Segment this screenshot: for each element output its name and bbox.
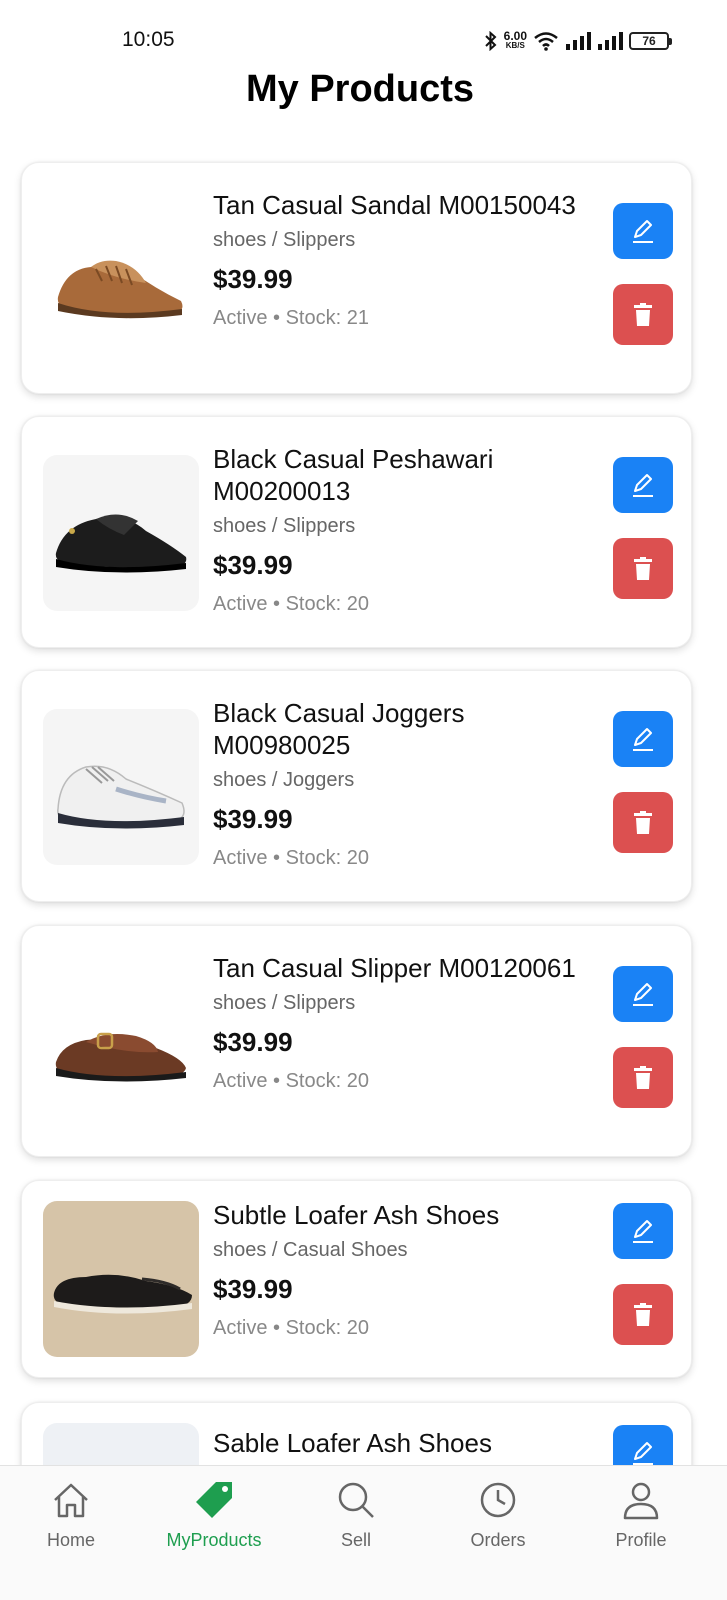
- tag-icon: [196, 1482, 232, 1518]
- home-icon: [54, 1483, 88, 1518]
- edit-button[interactable]: [613, 966, 673, 1022]
- trash-icon: [634, 1302, 652, 1326]
- bluetooth-icon: [484, 31, 497, 51]
- clock-icon: [480, 1482, 516, 1518]
- product-name[interactable]: Black Casual Peshawari M00200013: [213, 443, 603, 507]
- product-name[interactable]: Tan Casual Sandal M00150043: [213, 189, 603, 221]
- product-status-stock: Active • Stock: 21: [213, 307, 369, 329]
- pencil-icon: [633, 220, 653, 243]
- product-price: $39.99: [213, 1274, 293, 1304]
- product-image: [43, 201, 199, 357]
- product-category: shoes / Casual Shoes: [213, 1239, 408, 1261]
- nav-home[interactable]: Home: [6, 1478, 136, 1551]
- tan-sandal-image: [57, 260, 183, 319]
- nav-sell-label: Sell: [340, 1530, 371, 1550]
- pencil-icon: [633, 728, 653, 751]
- pencil-icon: [633, 474, 653, 497]
- product-image: [43, 709, 199, 865]
- product-card[interactable]: Tan Casual Sandal M00150043 shoes / Slip…: [21, 162, 692, 394]
- product-price: $39.99: [213, 804, 293, 834]
- nav-orders-label: Orders: [470, 1530, 526, 1550]
- product-status-stock: Active • Stock: 20: [213, 593, 369, 615]
- nav-orders[interactable]: Orders: [433, 1478, 563, 1551]
- signal-icon: [566, 32, 591, 50]
- product-card[interactable]: Tan Casual Slipper M00120061 shoes / Sli…: [21, 925, 692, 1157]
- nav-profile[interactable]: Profile: [576, 1478, 706, 1551]
- wifi-icon: [534, 32, 558, 51]
- nav-myproducts[interactable]: MyProducts: [149, 1478, 279, 1551]
- nav-profile-label: Profile: [615, 1530, 667, 1550]
- edit-button[interactable]: [613, 457, 673, 513]
- white-sneaker-image: [57, 765, 185, 829]
- product-status-stock: Active • Stock: 20: [213, 1317, 369, 1339]
- signal-icon: [598, 32, 623, 50]
- product-status-stock: Active • Stock: 20: [213, 847, 369, 869]
- product-name[interactable]: Subtle Loafer Ash Shoes: [213, 1199, 603, 1231]
- product-category: shoes / Joggers: [213, 769, 355, 791]
- delete-button[interactable]: [613, 284, 673, 345]
- edit-button[interactable]: [613, 203, 673, 259]
- product-price: $39.99: [213, 1027, 293, 1057]
- product-image: [43, 964, 199, 1120]
- status-time: 10:05: [122, 28, 175, 51]
- trash-icon: [634, 556, 652, 580]
- nav-sell[interactable]: Sell: [291, 1478, 421, 1551]
- net-speed-unit: KB/S: [505, 41, 525, 50]
- product-status-stock: Active • Stock: 20: [213, 1070, 369, 1092]
- battery-level: 76: [642, 34, 656, 48]
- product-price: $39.99: [213, 264, 293, 294]
- page-title: My Products: [245, 68, 475, 110]
- product-card[interactable]: Black Casual Joggers M00980025 shoes / J…: [21, 670, 692, 902]
- pencil-icon: [633, 1442, 653, 1465]
- delete-button[interactable]: [613, 538, 673, 599]
- brown-slipper-image: [55, 1032, 187, 1082]
- pencil-icon: [633, 983, 653, 1006]
- product-image: [43, 455, 199, 611]
- product-category: shoes / Slippers: [213, 229, 356, 251]
- edit-button[interactable]: [613, 711, 673, 767]
- product-price: $39.99: [213, 550, 293, 580]
- bottom-nav: Home MyProducts Sell Orders Profile: [0, 1465, 727, 1600]
- battery-icon: 76: [629, 32, 672, 50]
- pencil-icon: [633, 1220, 653, 1243]
- product-card[interactable]: Subtle Loafer Ash Shoes shoes / Casual S…: [21, 1180, 692, 1378]
- net-speed-value: 6.00: [503, 29, 527, 43]
- product-category: shoes / Slippers: [213, 992, 356, 1014]
- delete-button[interactable]: [613, 1284, 673, 1345]
- product-card[interactable]: Black Casual Peshawari M00200013 shoes /…: [21, 416, 692, 648]
- person-icon: [623, 1482, 659, 1520]
- net-speed: 6.00 KB/S: [503, 29, 527, 51]
- product-image: [43, 1201, 199, 1357]
- delete-button[interactable]: [613, 1047, 673, 1108]
- trash-icon: [634, 1065, 652, 1089]
- trash-icon: [634, 810, 652, 834]
- delete-button[interactable]: [613, 792, 673, 853]
- black-peshawari-image: [55, 514, 187, 573]
- product-name[interactable]: Sable Loafer Ash Shoes: [213, 1427, 603, 1459]
- product-name[interactable]: Tan Casual Slipper M00120061: [213, 952, 603, 984]
- product-name[interactable]: Black Casual Joggers M00980025: [213, 697, 603, 761]
- trash-icon: [634, 302, 652, 326]
- black-loafer-image: [53, 1274, 192, 1314]
- status-icons: 6.00 KB/S 76: [484, 28, 672, 54]
- search-icon: [338, 1482, 374, 1518]
- nav-myproducts-label: MyProducts: [166, 1530, 262, 1550]
- product-category: shoes / Slippers: [213, 515, 356, 537]
- edit-button[interactable]: [613, 1203, 673, 1259]
- nav-home-label: Home: [46, 1530, 95, 1550]
